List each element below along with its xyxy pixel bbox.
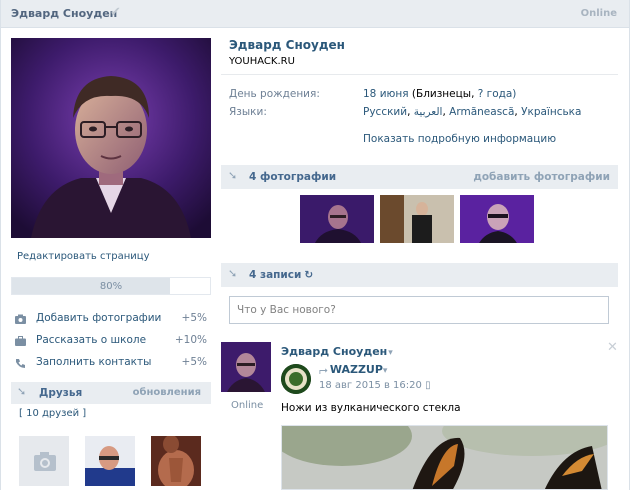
birthday-label: День рождения: [229,88,320,100]
photos-title[interactable]: 4 фотографии [249,171,336,183]
divider [221,74,618,75]
camera-icon [34,452,56,471]
task-add-photos[interactable]: Добавить фотографии +5% [15,312,211,330]
profile-header-bar: Эдвард Сноуден ✔ Online [1,0,629,28]
task-bonus: +5% [181,312,207,324]
dropdown-caret-icon[interactable]: ▾ [388,348,393,358]
refresh-icon[interactable]: ↻ [304,269,313,281]
post-text: Ножи из вулканического стекла [281,402,461,414]
task-bonus: +10% [174,334,207,346]
photo-thumbnail[interactable] [299,194,375,244]
language-link[interactable]: Українська [521,106,581,118]
online-status: Online [580,8,617,19]
checkmark-icon: ✔ [110,5,121,20]
phone-icon [16,359,25,368]
birthday-sign: (Близнецы, [411,88,475,100]
profile-avatar[interactable] [11,38,211,238]
friends-count[interactable]: [ 10 друзей ] [19,408,86,419]
briefcase-icon [15,336,26,346]
photos-section-header[interactable]: ➘ 4 фотографии добавить фотографии [221,165,618,189]
collapse-arrow-icon: ➘ [17,385,27,398]
birthday-date-link[interactable]: 18 июня [363,88,409,100]
task-label: Заполнить контакты [36,356,152,368]
repost-source-avatar[interactable] [281,364,311,394]
posts-section-header[interactable]: ➘ 4 записи ↻ [221,263,618,287]
edit-page-link[interactable]: Редактировать страницу [17,251,150,262]
posts-title[interactable]: 4 записи ↻ [249,269,313,281]
task-bonus: +5% [181,356,207,368]
friend-avatar[interactable] [151,436,201,486]
task-school[interactable]: Рассказать о школе +10% [15,334,211,352]
repost-source-name[interactable]: ⮣ WAZZUP▾ [319,363,387,377]
close-icon[interactable]: ✕ [607,340,618,355]
mobile-icon: ▯ [425,380,431,391]
post-author-name[interactable]: Эдвард Сноуден▾ [281,345,393,358]
photo-thumbnail[interactable] [379,194,455,244]
post-author-online: Online [231,400,264,411]
share-icon: ⮣ [319,363,328,376]
progress-label: 80% [99,281,123,292]
post-date[interactable]: 18 авг 2015 в 16:20 ▯ [319,380,431,391]
friend-avatar[interactable] [85,436,135,486]
photo-thumbnail[interactable] [459,194,535,244]
friend-avatar-placeholder[interactable] [19,436,69,486]
birthday-value: 18 июня (Близнецы, ? года) [363,88,516,100]
language-link[interactable]: Armãneascã [449,106,514,118]
task-label: Добавить фотографии [36,312,162,324]
profile-completeness-bar: 80% [11,277,211,295]
profile-name: Эдвард Сноуден [229,38,345,52]
add-photos-link[interactable]: добавить фотографии [473,171,610,183]
friends-updates-link[interactable]: обновления [133,387,201,398]
languages-label: Языки: [229,106,267,118]
show-more-info-link[interactable]: Показать подробную информацию [363,133,556,145]
camera-icon [15,314,26,324]
friends-title[interactable]: Друзья [39,387,82,399]
birthday-year-link[interactable]: ? года) [478,88,517,100]
new-post-input[interactable] [229,296,609,324]
language-link[interactable]: العربية [414,106,443,118]
task-label: Рассказать о школе [36,334,147,346]
collapse-arrow-icon: ➘ [228,267,238,280]
collapse-arrow-icon: ➘ [228,169,238,182]
profile-page: Эдвард Сноуден ✔ Online Редактировать ст… [0,0,630,490]
dropdown-caret-icon[interactable]: ▾ [383,366,388,376]
task-contacts[interactable]: Заполнить контакты +5% [15,356,211,374]
post-image[interactable] [281,425,608,490]
header-name[interactable]: Эдвард Сноуден [11,7,117,20]
friends-section-header[interactable]: ➘ Друзья обновления [11,382,211,404]
post-author-avatar[interactable] [221,342,271,392]
profile-status-text[interactable]: YOUHACK.RU [229,56,295,67]
languages-value: Русский, العربية, Armãneascã, Українська [363,106,582,118]
language-link[interactable]: Русский [363,106,407,118]
